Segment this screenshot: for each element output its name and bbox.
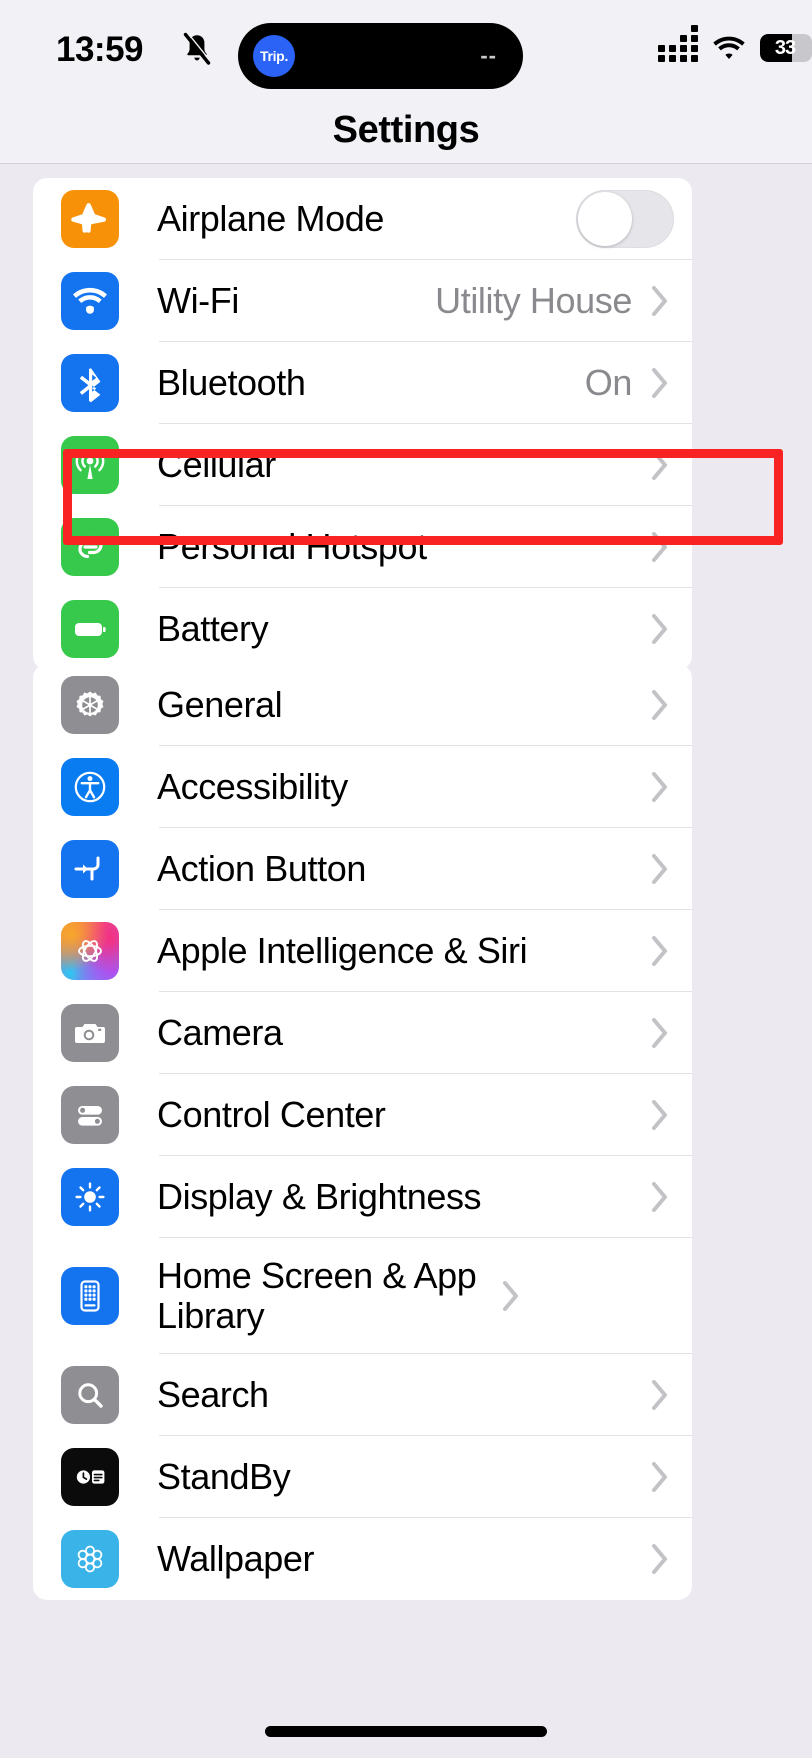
settings-row-general[interactable]: General bbox=[33, 664, 692, 746]
cellular-signal-icon bbox=[658, 25, 698, 62]
settings-row-label: Apple Intelligence & Siri bbox=[157, 929, 528, 971]
settings-row-wallpaper[interactable]: Wallpaper bbox=[33, 1518, 692, 1600]
settings-row-display-brightness[interactable]: Display & Brightness bbox=[33, 1156, 692, 1238]
action-button-icon bbox=[61, 840, 119, 898]
battery-indicator: 33 bbox=[760, 34, 812, 62]
chevron-right-icon bbox=[650, 1016, 670, 1050]
wifi-icon bbox=[61, 272, 119, 330]
settings-row-search[interactable]: Search bbox=[33, 1354, 692, 1436]
settings-row-label: Cellular bbox=[157, 443, 276, 485]
settings-row-cellular[interactable]: Cellular bbox=[33, 424, 692, 506]
settings-row-battery[interactable]: Battery bbox=[33, 588, 692, 670]
status-bar-indicators: 33 bbox=[658, 25, 812, 68]
dynamic-island-app-icon[interactable]: Trip. bbox=[253, 35, 295, 77]
chevron-right-icon bbox=[650, 1180, 670, 1214]
apple-intelligence-icon bbox=[61, 922, 119, 980]
settings-row-standby[interactable]: StandBy bbox=[33, 1436, 692, 1518]
chevron-right-icon bbox=[650, 284, 670, 318]
airplane-icon bbox=[61, 190, 119, 248]
settings-row-control-center[interactable]: Control Center bbox=[33, 1074, 692, 1156]
settings-row-apple-intelligence[interactable]: Apple Intelligence & Siri bbox=[33, 910, 692, 992]
chevron-right-icon bbox=[501, 1279, 521, 1313]
settings-row-label: StandBy bbox=[157, 1455, 291, 1497]
settings-row-action-button[interactable]: Action Button bbox=[33, 828, 692, 910]
settings-row-airplane-mode[interactable]: Airplane Mode bbox=[33, 178, 692, 260]
chevron-right-icon bbox=[650, 612, 670, 646]
chevron-right-icon bbox=[650, 1542, 670, 1576]
brightness-icon bbox=[61, 1168, 119, 1226]
standby-icon bbox=[61, 1448, 119, 1506]
chevron-right-icon bbox=[650, 934, 670, 968]
page-title: Settings bbox=[332, 108, 480, 151]
chevron-right-icon bbox=[650, 688, 670, 722]
settings-row-label: Home Screen & App Library bbox=[157, 1254, 477, 1336]
status-bar: 13:59 Trip. -- 33 bbox=[0, 0, 812, 96]
settings-row-label: Accessibility bbox=[157, 765, 348, 807]
nav-bar: Settings bbox=[0, 96, 812, 164]
settings-row-personal-hotspot[interactable]: Personal Hotspot bbox=[33, 506, 692, 588]
settings-row-label: Wi-Fi bbox=[157, 279, 239, 321]
battery-percent-label: 33 bbox=[774, 36, 796, 59]
settings-group-connectivity: Airplane Mode Wi-Fi Utility House Blueto… bbox=[33, 178, 692, 670]
settings-row-label: Action Button bbox=[157, 847, 366, 889]
dynamic-island-app-label: Trip. bbox=[259, 48, 289, 64]
settings-row-label: Display & Brightness bbox=[157, 1175, 482, 1217]
settings-row-wifi[interactable]: Wi-Fi Utility House bbox=[33, 260, 692, 342]
chevron-right-icon bbox=[650, 770, 670, 804]
home-indicator-bar[interactable] bbox=[265, 1726, 547, 1737]
control-center-icon bbox=[61, 1086, 119, 1144]
wallpaper-icon bbox=[61, 1530, 119, 1588]
settings-row-label: Camera bbox=[157, 1011, 283, 1053]
chevron-right-icon bbox=[650, 366, 670, 400]
settings-row-label: Wallpaper bbox=[157, 1537, 315, 1579]
settings-row-label: General bbox=[157, 683, 283, 725]
settings-row-label: Bluetooth bbox=[157, 361, 306, 403]
hotspot-link-icon bbox=[61, 518, 119, 576]
bell-slash-icon bbox=[182, 32, 212, 66]
status-bar-time: 13:59 bbox=[56, 30, 144, 69]
airplane-mode-toggle[interactable] bbox=[576, 190, 674, 248]
dynamic-island[interactable]: Trip. -- bbox=[238, 23, 523, 89]
chevron-right-icon bbox=[650, 448, 670, 482]
settings-row-label: Personal Hotspot bbox=[157, 525, 427, 567]
dynamic-island-status-text: -- bbox=[480, 43, 497, 68]
accessibility-icon bbox=[61, 758, 119, 816]
settings-row-camera[interactable]: Camera bbox=[33, 992, 692, 1074]
search-icon bbox=[61, 1366, 119, 1424]
bluetooth-icon bbox=[61, 354, 119, 412]
home-screen-icon bbox=[61, 1267, 119, 1325]
wifi-icon bbox=[712, 35, 746, 61]
settings-row-label: Control Center bbox=[157, 1093, 386, 1135]
gear-icon bbox=[61, 676, 119, 734]
battery-icon bbox=[61, 600, 119, 658]
settings-row-home-screen[interactable]: Home Screen & App Library bbox=[33, 1238, 692, 1354]
settings-row-value: Utility House bbox=[435, 280, 632, 321]
settings-row-accessibility[interactable]: Accessibility bbox=[33, 746, 692, 828]
toggle-knob bbox=[578, 192, 632, 246]
cellular-antenna-icon bbox=[61, 436, 119, 494]
settings-row-value: On bbox=[584, 362, 633, 403]
settings-row-label: Search bbox=[157, 1373, 269, 1415]
chevron-right-icon bbox=[650, 530, 670, 564]
settings-group-system: General Accessibility Action Button Appl… bbox=[33, 664, 692, 1600]
settings-row-label: Battery bbox=[157, 607, 269, 649]
settings-row-label: Airplane Mode bbox=[157, 197, 384, 239]
chevron-right-icon bbox=[650, 1378, 670, 1412]
settings-list[interactable]: Airplane Mode Wi-Fi Utility House Blueto… bbox=[0, 164, 812, 1758]
chevron-right-icon bbox=[650, 1460, 670, 1494]
chevron-right-icon bbox=[650, 852, 670, 886]
chevron-right-icon bbox=[650, 1098, 670, 1132]
camera-icon bbox=[61, 1004, 119, 1062]
settings-row-bluetooth[interactable]: Bluetooth On bbox=[33, 342, 692, 424]
